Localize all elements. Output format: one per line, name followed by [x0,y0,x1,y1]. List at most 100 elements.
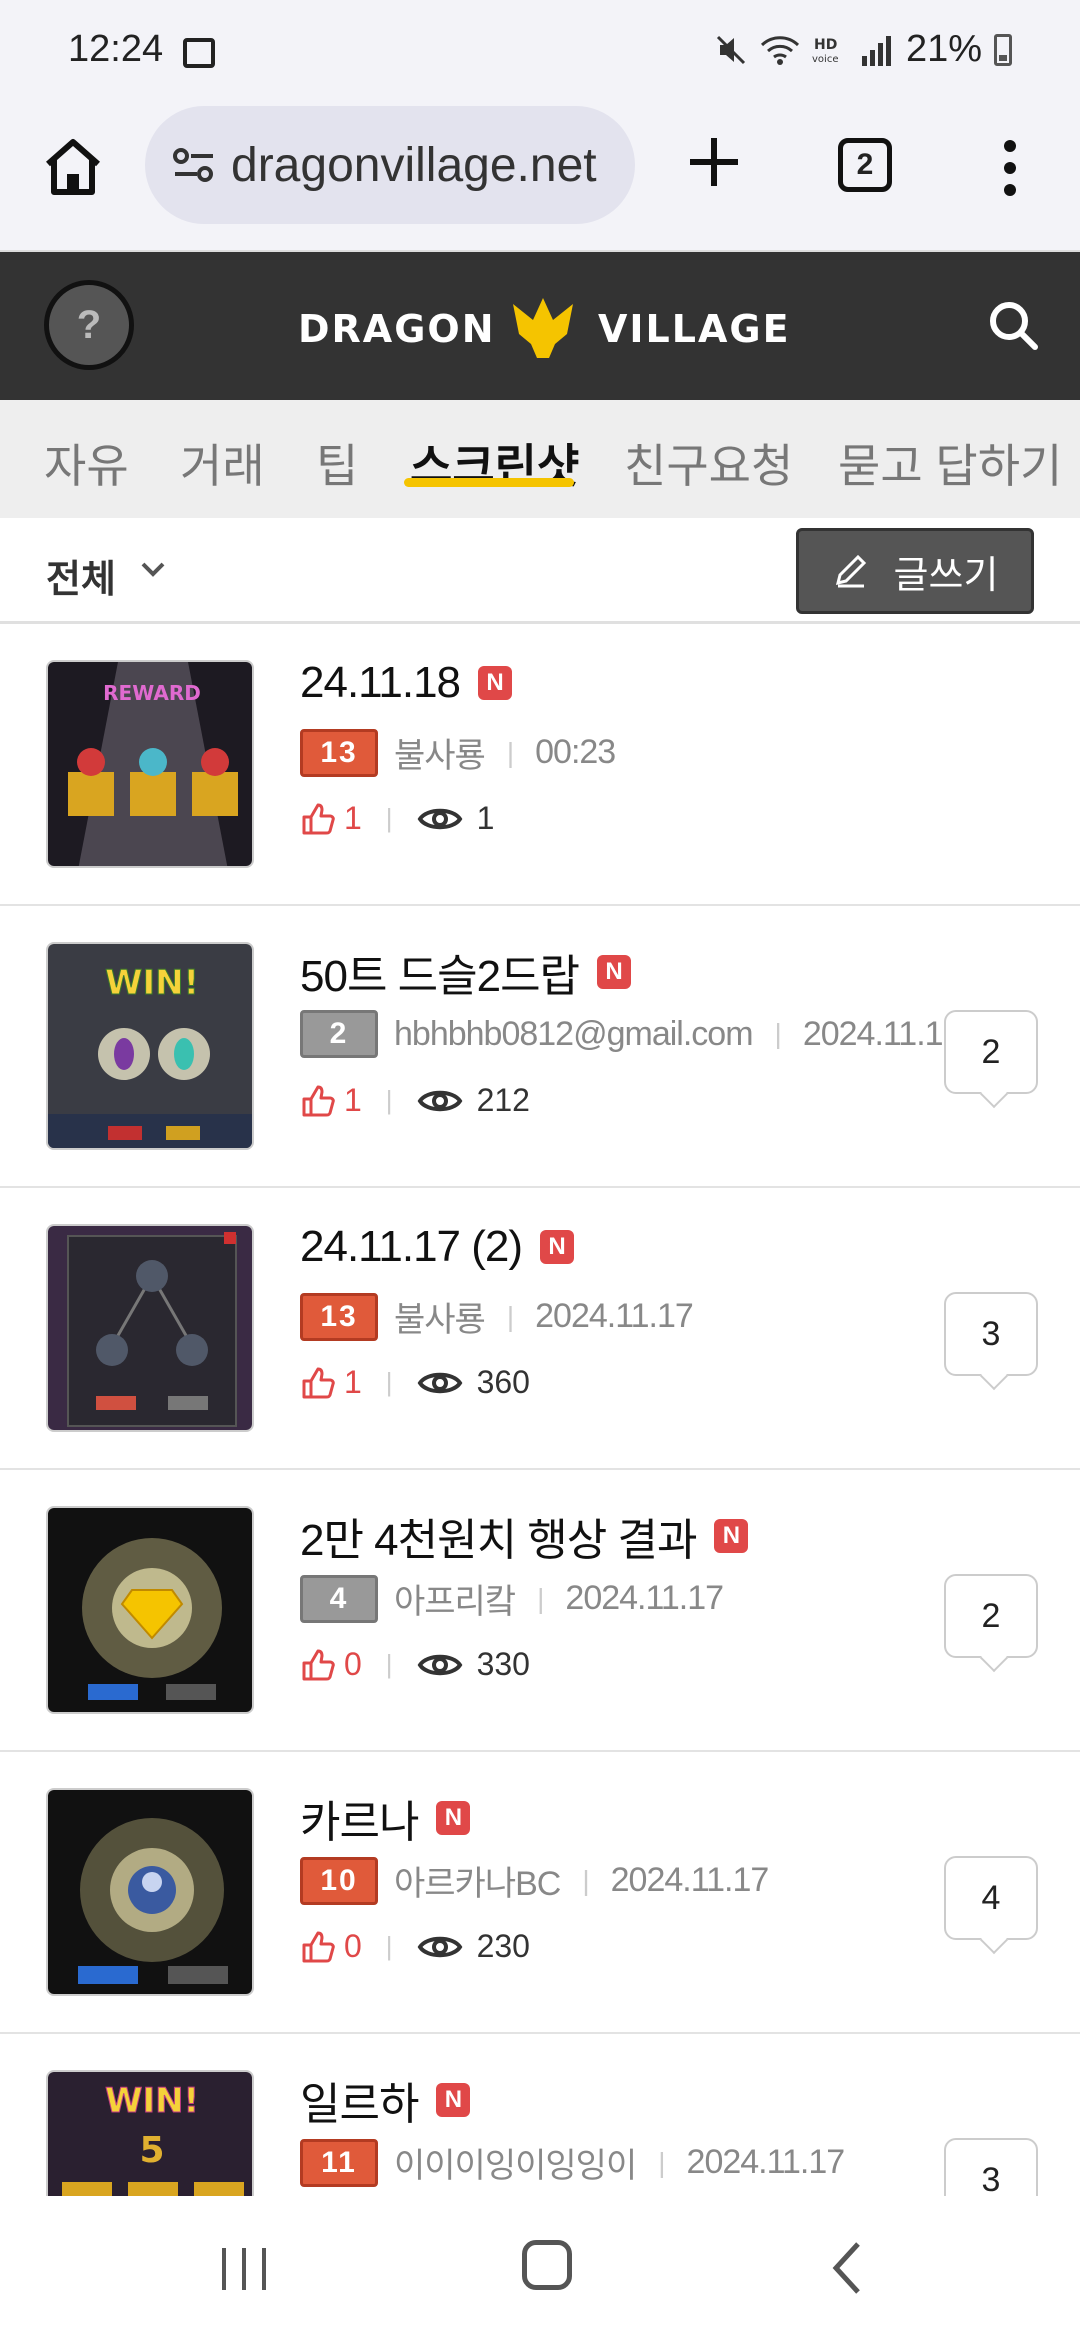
post-title-text: 2만 4천원치 행상 결과 [300,1516,697,1565]
post-thumbnail[interactable]: WIN! [46,942,254,1150]
back-icon[interactable] [828,2240,868,2296]
divider: | [774,1018,782,1049]
level-badge: 4 [300,1574,378,1623]
status-indicators: HD voice 21% [714,28,1012,71]
divider: | [385,1367,393,1397]
home-nav-icon[interactable] [522,2240,572,2290]
tab-trade[interactable]: 거래 [180,430,265,496]
level-badge: 11 [300,2138,378,2187]
post-title[interactable]: 일르하 N [300,2068,471,2132]
home-icon[interactable] [38,132,108,202]
comment-count-bubble[interactable]: 3 [944,1292,1038,1376]
tab-friend-requests[interactable]: 친구요청 [624,430,793,496]
thumbs-up-icon [302,803,335,834]
view-count: 1 [476,800,495,836]
level-badge: 2 [300,1010,378,1058]
thumbs-up-icon [302,1085,335,1116]
divider: | [506,736,514,768]
comment-count-bubble[interactable]: 2 [944,1574,1038,1658]
chevron-down-icon[interactable] [140,558,166,580]
active-tab-indicator [404,478,574,487]
list-item[interactable]: WIN! 5 일르하 N 11 이이이잉이잉잉이 | 2024.11.17 3 [0,2034,1080,2196]
divider: | [385,1085,393,1115]
new-tab-icon[interactable] [682,130,746,194]
post-stats: 1 | 212 [300,1082,530,1119]
view-count: 212 [476,1082,530,1118]
status-bar: 12:24 HD voice 21% [0,0,1080,100]
level-badge: 13 [300,1292,378,1341]
site-header: ? DRAGON VILLAGE [0,252,1080,400]
post-author[interactable]: hbhbhb0812@gmail.com [394,1015,754,1054]
help-button[interactable]: ? [44,280,134,370]
post-author[interactable]: 이이이잉이잉잉이 [394,2138,637,2187]
list-item[interactable]: WIN! 50트 드슬2드랍 N 2 hbhbhb0812@gmail.com |… [0,906,1080,1188]
post-title[interactable]: 2만 4천원치 행상 결과 N [300,1504,749,1568]
like-count: 1 [344,1082,362,1118]
view-count: 330 [476,1646,530,1682]
tab-free[interactable]: 자유 [44,430,129,496]
post-stats: 1 | 1 [300,800,494,837]
wifi-icon [760,35,799,65]
post-thumbnail[interactable]: WIN! 5 [46,2070,254,2196]
url-text: dragonvillage.net [231,138,597,192]
new-badge: N [436,2083,471,2117]
post-time: 2024.11.17 [610,1861,770,1899]
post-author[interactable]: 불사룡 [394,1292,486,1341]
logo-text-right: VILLAGE [598,307,788,351]
write-post-button[interactable]: 글쓰기 [796,528,1034,614]
eye-icon [417,1654,462,1675]
post-author[interactable]: 불사룡 [394,728,486,777]
post-author[interactable]: 아프리캌 [394,1574,516,1623]
list-item[interactable]: 카르나 N 10 아르카나BC | 2024.11.17 0 | 230 4 [0,1752,1080,2034]
post-author[interactable]: 아르카나BC [394,1856,561,1905]
logo-text-left: DRAGON [298,307,496,351]
post-title[interactable]: 24.11.17 (2) N [300,1222,575,1272]
recent-apps-icon[interactable] [218,2244,270,2294]
post-title[interactable]: 24.11.18 N [300,658,513,708]
post-thumbnail[interactable] [46,1224,254,1432]
comment-count-bubble[interactable]: 2 [944,1010,1038,1094]
new-badge: N [714,1519,749,1553]
post-title[interactable]: 50트 드슬2드랍 N [300,940,632,1004]
address-bar[interactable]: dragonvillage.net [145,106,635,224]
new-badge: N [436,1801,471,1835]
post-thumbnail[interactable] [46,1506,254,1714]
signal-icon [861,35,891,66]
hd-voice-icon: HDvoice [812,37,838,65]
like-count: 0 [344,1928,362,1964]
post-title[interactable]: 카르나 N [300,1786,471,1850]
list-item[interactable]: REWARD 24.11.18 N 13 불사룡 | 00:23 1 | 1 [0,624,1080,906]
site-settings-icon[interactable] [169,140,219,190]
thumbs-up-icon [302,1931,335,1962]
post-thumbnail[interactable]: REWARD [46,660,254,868]
tab-tips[interactable]: 팁 [316,430,358,496]
divider: | [385,1649,393,1679]
search-icon[interactable] [985,297,1041,353]
post-stats: 0 | 330 [300,1646,530,1683]
post-thumbnail[interactable] [46,1788,254,1996]
list-item[interactable]: 2만 4천원치 행상 결과 N 4 아프리캌 | 2024.11.17 0 | 3… [0,1470,1080,1752]
status-time: 12:24 [68,28,164,70]
eye-icon [417,808,462,829]
eye-icon [417,1936,462,1957]
post-title-text: 24.11.18 [300,658,461,707]
tab-switcher-button[interactable]: 2 [838,138,892,192]
post-title-text: 24.11.17 (2) [300,1222,523,1271]
like-count: 1 [344,800,362,836]
tab-qna[interactable]: 묻고 답하기 [838,430,1062,496]
view-count: 230 [476,1928,530,1964]
list-item[interactable]: 24.11.17 (2) N 13 불사룡 | 2024.11.17 1 | 36… [0,1188,1080,1470]
view-count: 360 [476,1364,530,1400]
thumb-win-text: WIN! [105,963,199,1003]
thumb-reward-text: REWARD [103,681,201,705]
comment-count-bubble[interactable]: 3 [944,2138,1038,2196]
comment-count-bubble[interactable]: 4 [944,1856,1038,1940]
post-title-text: 50트 드슬2드랍 [300,952,580,1001]
dragon-village-logo[interactable]: DRAGON VILLAGE [298,292,788,362]
new-badge: N [540,1230,575,1264]
post-meta: 4 아프리캌 | 2024.11.17 [300,1574,724,1623]
divider: | [582,1864,589,1896]
filter-dropdown[interactable]: 전체 [46,548,116,603]
post-meta: 10 아르카나BC | 2024.11.17 [300,1856,770,1905]
more-menu-icon[interactable] [990,138,1030,198]
